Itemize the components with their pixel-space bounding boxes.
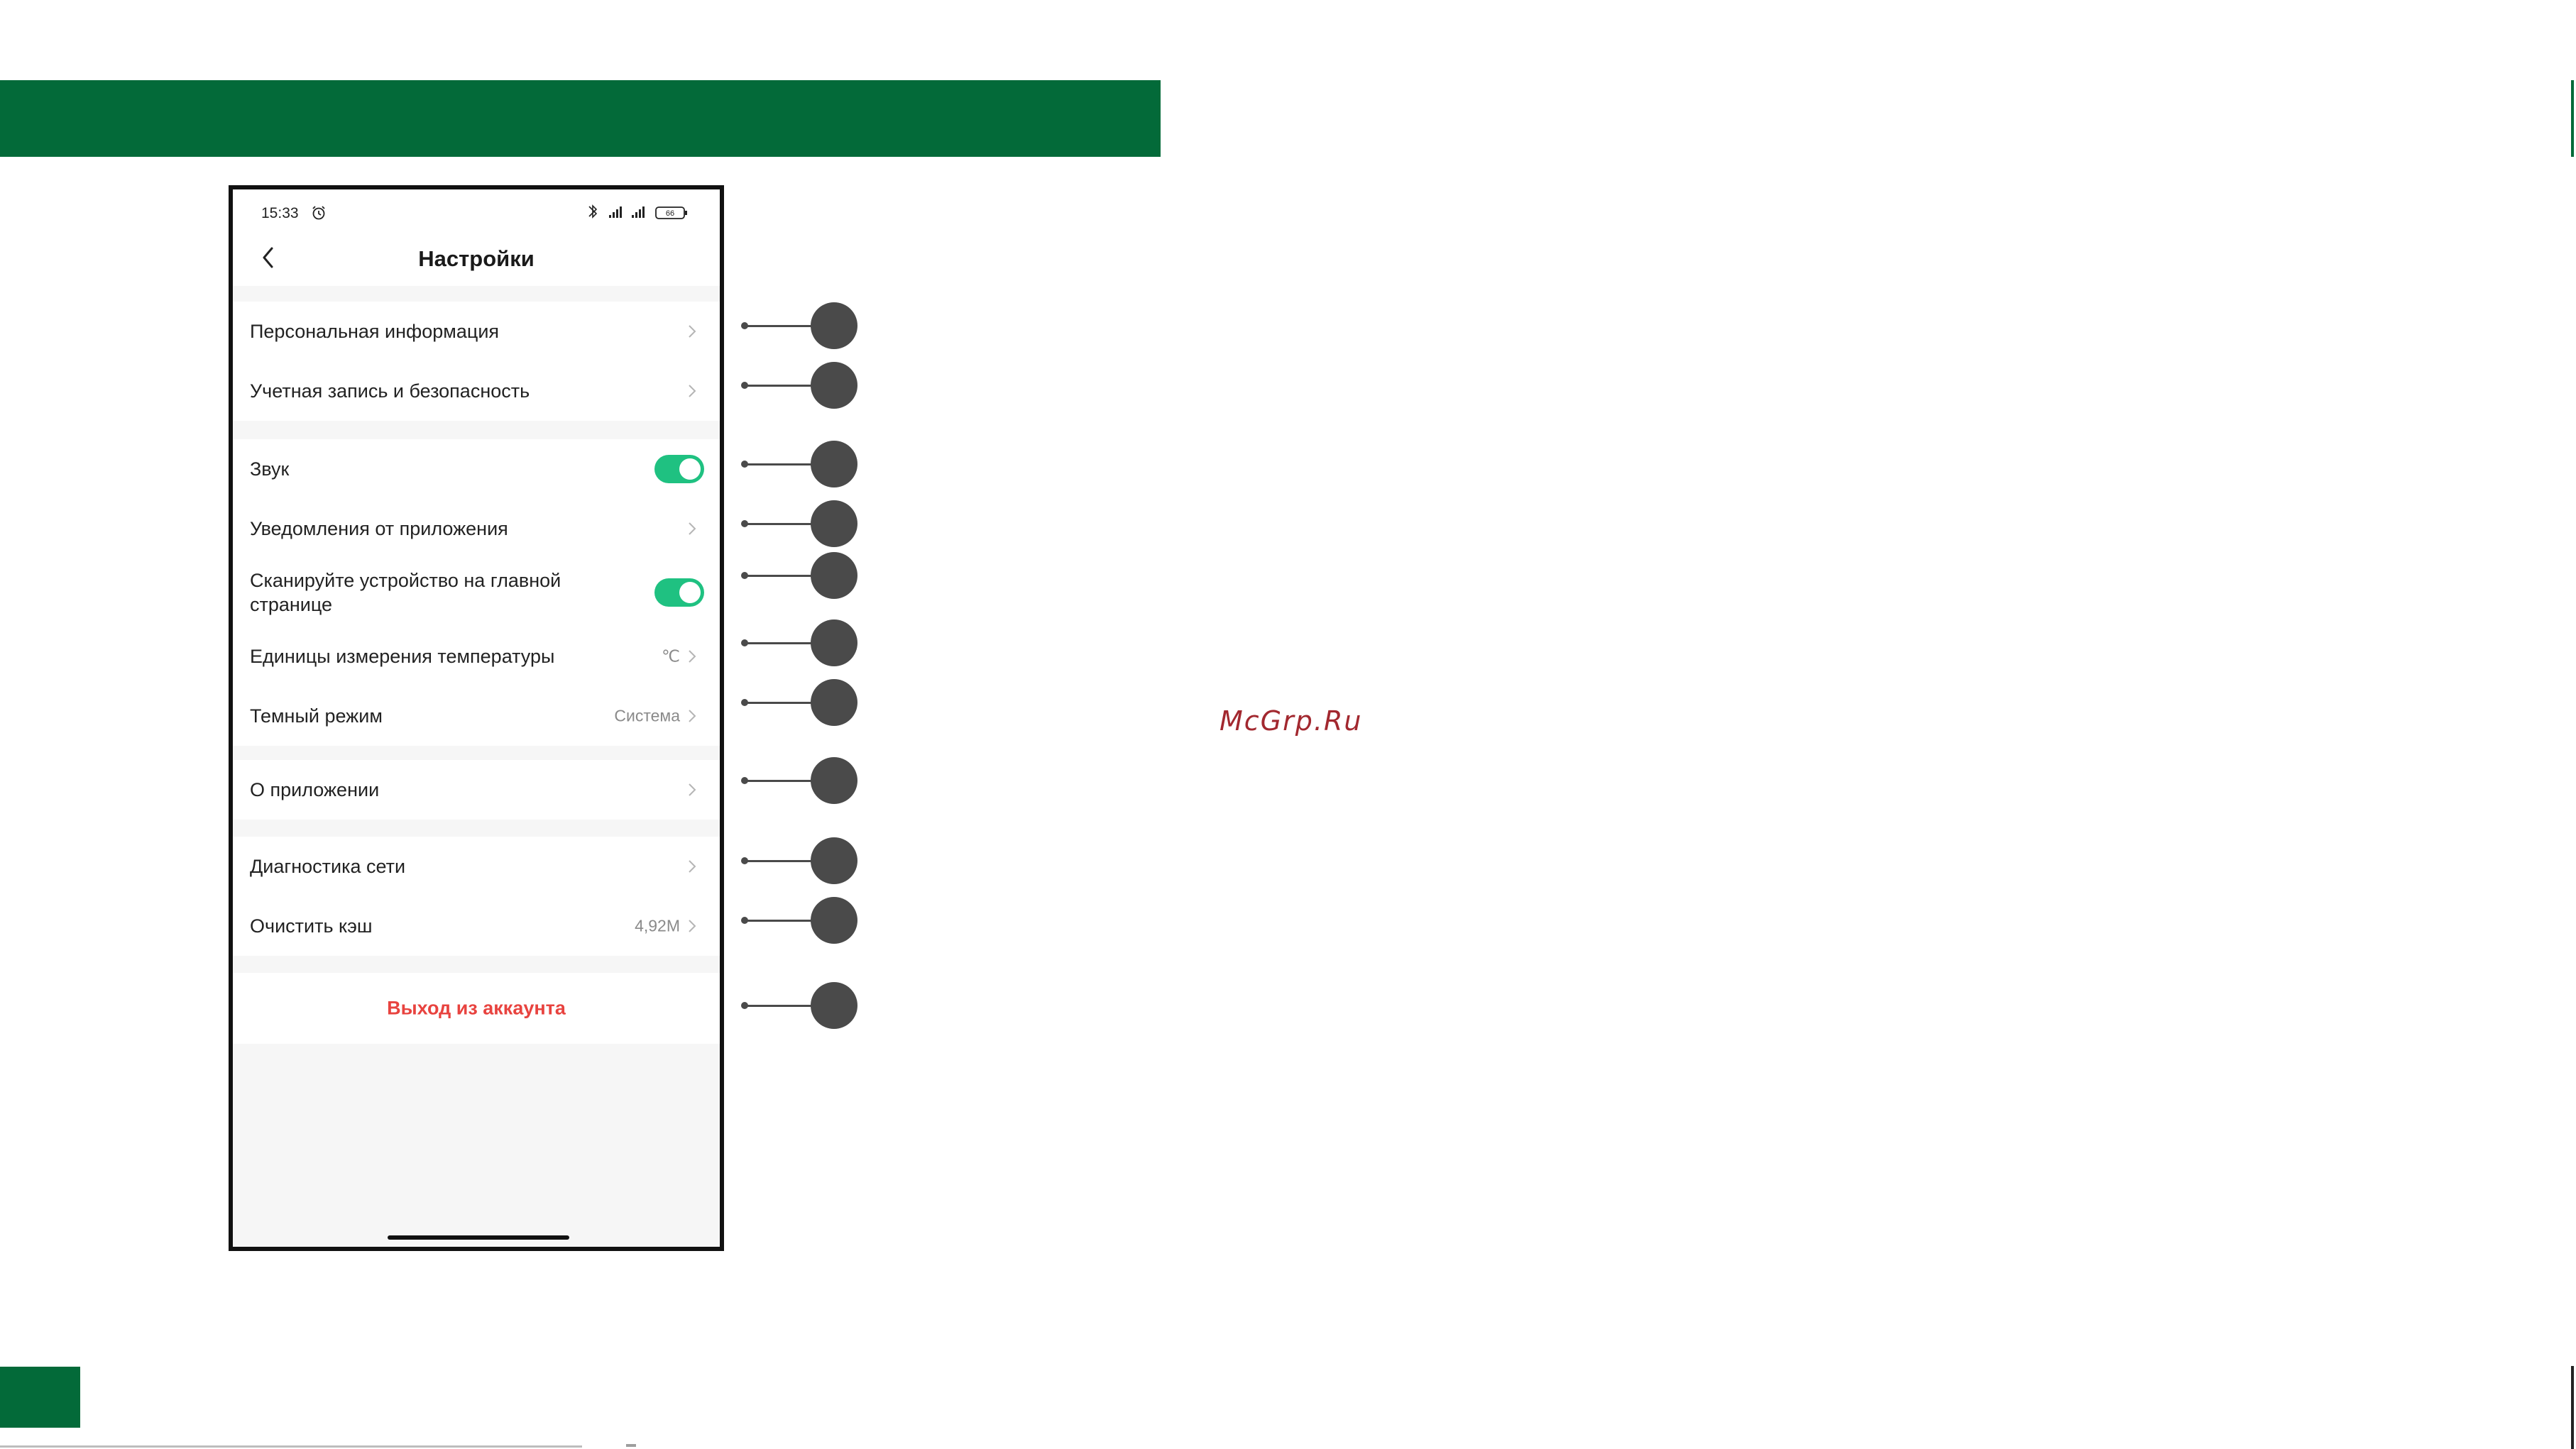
row-value: Система xyxy=(614,706,680,725)
callout-circle xyxy=(811,441,857,487)
settings-group-account: Персональная информация Учетная запись и… xyxy=(233,302,720,421)
toggle-knob xyxy=(679,582,701,603)
callout-circle xyxy=(811,982,857,1029)
footer-rule xyxy=(0,1445,582,1448)
callout-line xyxy=(745,575,816,577)
settings-group-about: О приложении xyxy=(233,760,720,820)
row-value: ℃ xyxy=(662,646,680,666)
callout-marker xyxy=(741,837,857,884)
settings-group-preferences: Звук Уведомления от приложения Сканируйт… xyxy=(233,439,720,746)
row-label: Темный режим xyxy=(250,705,383,727)
status-time: 15:33 xyxy=(261,205,299,221)
callout-line xyxy=(745,463,816,465)
callout-line xyxy=(745,325,816,327)
callout-line xyxy=(745,780,816,782)
callout-marker xyxy=(741,982,857,1029)
row-label: Диагностика сети xyxy=(250,856,406,877)
callout-marker xyxy=(741,552,857,599)
nav-bar: Настройки xyxy=(233,232,720,286)
row-label: Уведомления от приложения xyxy=(250,518,508,539)
toggle-knob xyxy=(679,458,701,480)
settings-row-temperature-units[interactable]: Единицы измерения температуры ℃ xyxy=(233,627,720,686)
page-edge-marker xyxy=(2571,80,2574,157)
chevron-right-icon xyxy=(689,783,696,796)
callout-marker xyxy=(741,679,857,726)
callout-marker xyxy=(741,302,857,349)
row-label: Сканируйте устройство на главной страниц… xyxy=(250,570,561,615)
callout-circle xyxy=(811,552,857,599)
row-label: Персональная информация xyxy=(250,321,500,342)
signal-icon xyxy=(609,206,645,218)
page-title: Настройки xyxy=(418,246,535,271)
settings-row-dark-mode[interactable]: Темный режим Система xyxy=(233,686,720,746)
callout-marker xyxy=(741,441,857,487)
callout-line xyxy=(745,523,816,525)
settings-row-account-security[interactable]: Учетная запись и безопасность xyxy=(233,361,720,421)
row-label: Учетная запись и безопасность xyxy=(250,380,530,402)
callout-line xyxy=(745,920,816,922)
settings-row-personal-info[interactable]: Персональная информация xyxy=(233,302,720,361)
chevron-right-icon xyxy=(689,522,696,535)
callout-circle xyxy=(811,679,857,726)
row-label: О приложении xyxy=(250,779,380,800)
callout-circle xyxy=(811,757,857,804)
row-value: 4,92M xyxy=(635,916,680,935)
logout-button[interactable]: Выход из аккаунта xyxy=(233,973,720,1044)
row-label: Очистить кэш xyxy=(250,915,373,937)
callout-marker xyxy=(741,362,857,409)
chevron-right-icon xyxy=(689,650,696,663)
settings-row-clear-cache[interactable]: Очистить кэш 4,92M xyxy=(233,896,720,956)
status-icons: 66 xyxy=(588,204,687,219)
settings-row-sound: Звук xyxy=(233,439,720,499)
footer-mark xyxy=(626,1444,636,1447)
settings-group-logout: Выход из аккаунта xyxy=(233,973,720,1044)
chevron-right-icon xyxy=(689,325,696,338)
alarm-clock-icon xyxy=(312,206,325,220)
row-label: Звук xyxy=(250,458,290,480)
callout-line xyxy=(745,385,816,387)
callout-circle xyxy=(811,362,857,409)
settings-group-tools: Диагностика сети Очистить кэш 4,92M xyxy=(233,837,720,956)
callout-line xyxy=(745,642,816,644)
chevron-right-icon xyxy=(689,385,696,397)
bluetooth-icon xyxy=(588,204,598,219)
chevron-right-icon xyxy=(689,920,696,932)
logout-label: Выход из аккаунта xyxy=(387,997,566,1019)
battery-icon: 66 xyxy=(655,206,687,219)
chevron-right-icon xyxy=(689,860,696,873)
callout-circle xyxy=(811,897,857,944)
settings-row-app-notifications[interactable]: Уведомления от приложения xyxy=(233,499,720,558)
chevron-right-icon xyxy=(689,710,696,722)
callout-marker xyxy=(741,897,857,944)
settings-row-scan-device: Сканируйте устройство на главной страниц… xyxy=(233,558,720,627)
callout-circle xyxy=(811,837,857,884)
phone-screen: 15:33 66 Настройки Персональная информац… xyxy=(229,185,724,1251)
callout-circle xyxy=(811,302,857,349)
callout-line xyxy=(745,702,816,704)
header-band xyxy=(0,80,1161,157)
callout-marker xyxy=(741,619,857,666)
sound-toggle[interactable] xyxy=(654,455,704,483)
callout-line xyxy=(745,1005,816,1007)
row-label: Единицы измерения температуры xyxy=(250,646,555,667)
callout-marker xyxy=(741,757,857,804)
callout-marker xyxy=(741,500,857,547)
status-bar: 15:33 66 xyxy=(233,189,720,232)
home-indicator[interactable] xyxy=(388,1235,569,1240)
svg-text:66: 66 xyxy=(666,209,674,218)
callout-circle xyxy=(811,619,857,666)
watermark: McGrp.Ru xyxy=(1220,705,1363,737)
settings-row-network-diagnostics[interactable]: Диагностика сети xyxy=(233,837,720,896)
page-number-block xyxy=(0,1367,80,1428)
scan-device-toggle[interactable] xyxy=(654,578,704,607)
settings-row-about-app[interactable]: О приложении xyxy=(233,760,720,820)
page-edge-marker-bottom xyxy=(2571,1366,2574,1449)
callout-line xyxy=(745,860,816,862)
callout-circle xyxy=(811,500,857,547)
